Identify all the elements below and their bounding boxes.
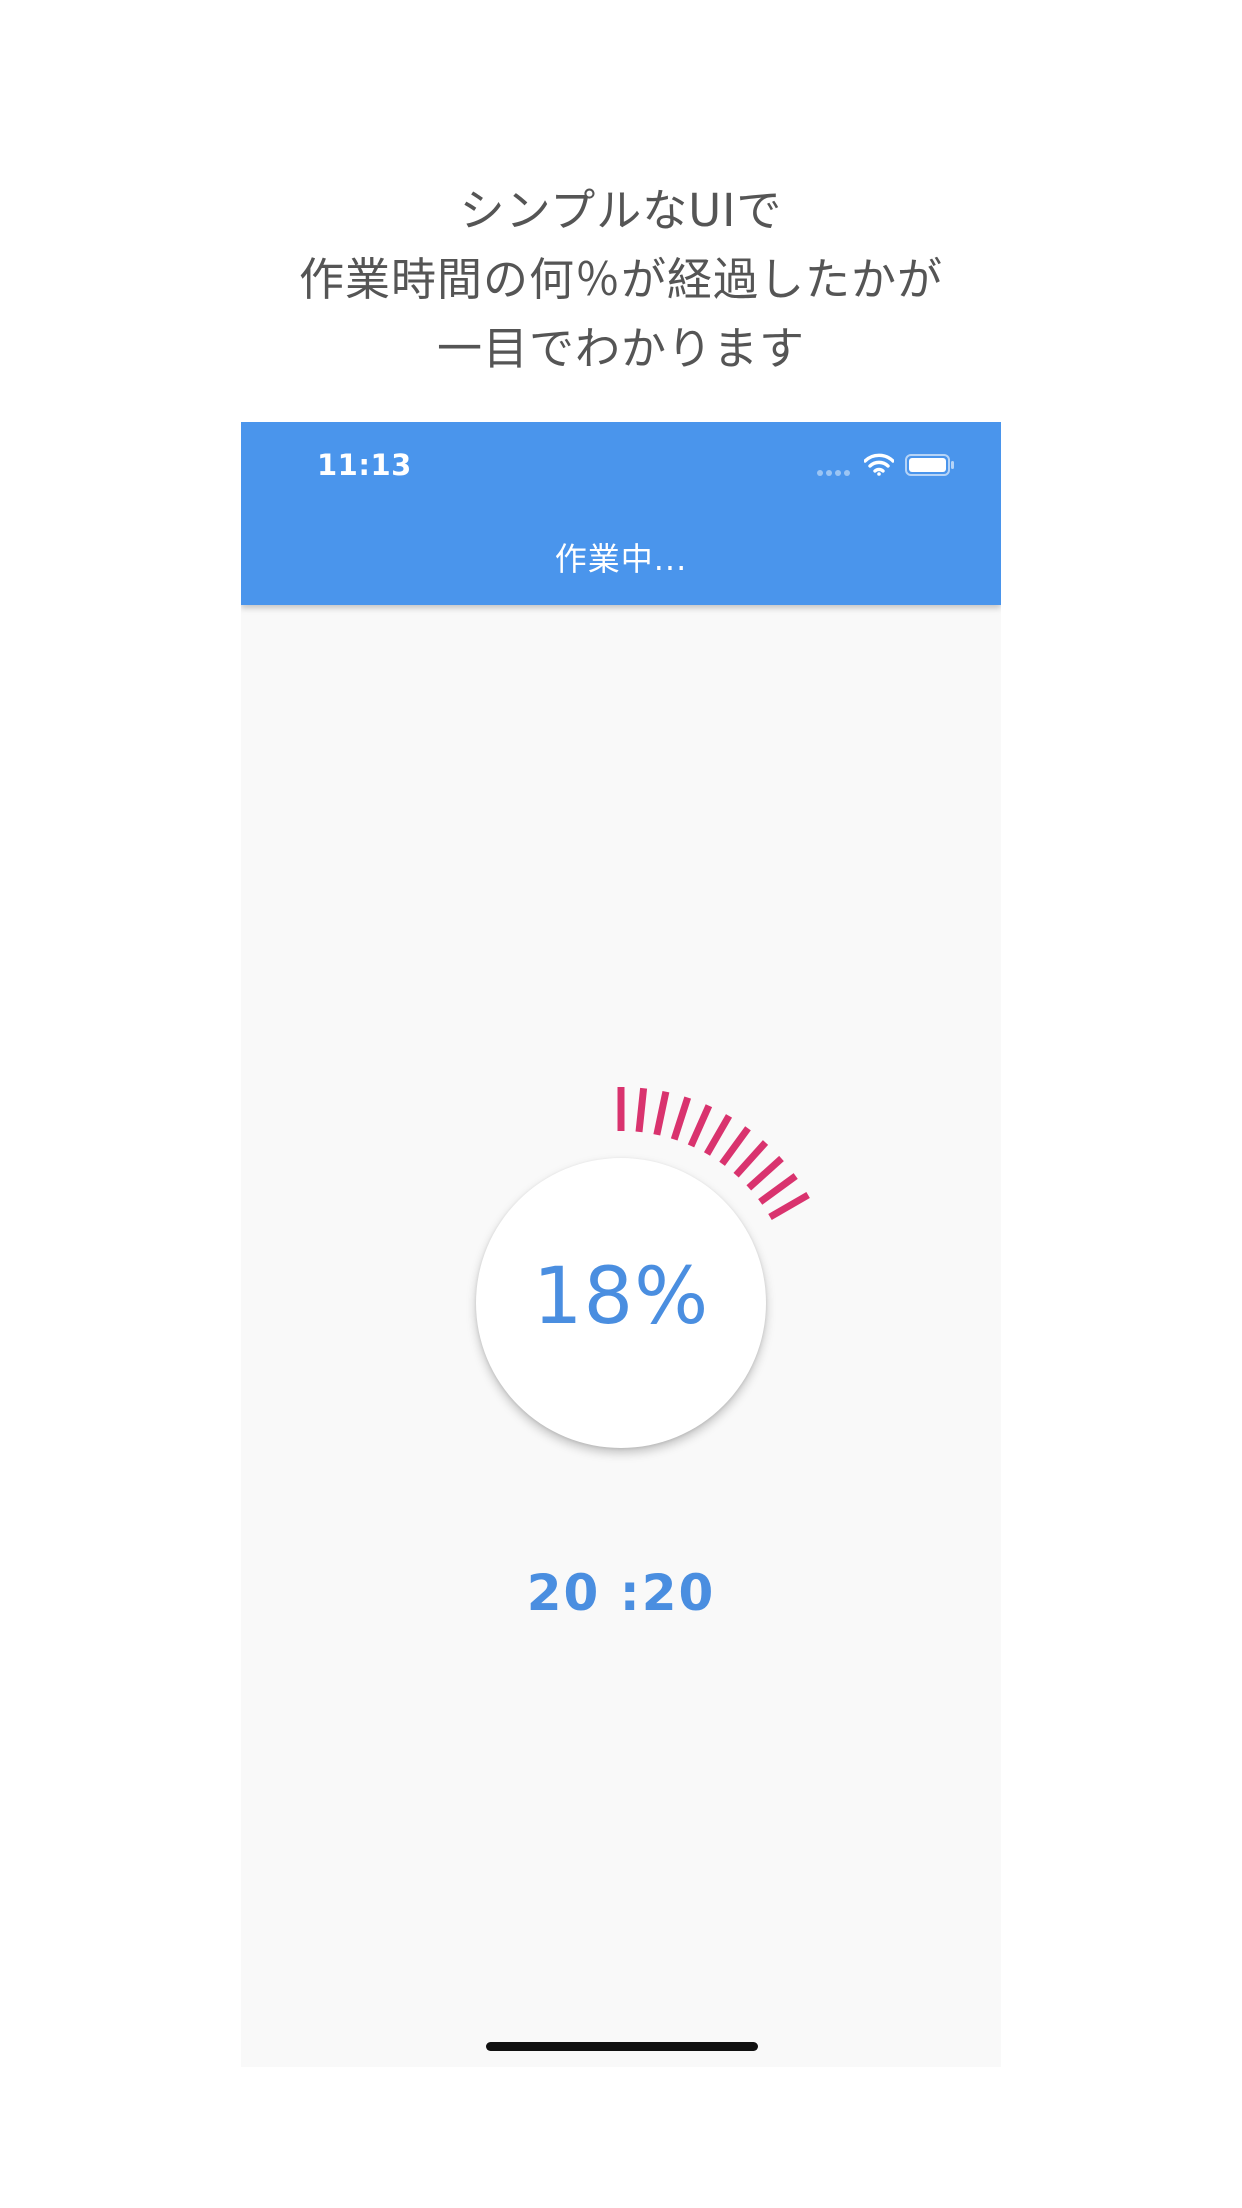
phone-screen: 11:13 作業中... 18% 20 :20	[241, 422, 1001, 2067]
home-indicator[interactable]	[486, 2042, 758, 2051]
progress-tick	[687, 1104, 713, 1148]
wifi-icon	[864, 453, 894, 476]
status-time: 11:13	[317, 448, 412, 482]
elapsed-timer: 20 :20	[526, 1564, 716, 1622]
progress-percent: 18%	[532, 1252, 710, 1342]
progress-tick	[719, 1126, 751, 1166]
caption-line-2: 作業時間の何％が経過したかが	[298, 253, 943, 306]
promo-screenshot: シンプルなUIで 作業時間の何％が経過したかが 一目でわかります 11:13 作…	[0, 0, 1242, 2208]
app-bar-title: 作業中...	[554, 540, 688, 578]
progress-tick	[733, 1140, 769, 1178]
signal-icon	[817, 470, 853, 478]
app-bar: 11:13 作業中...	[241, 422, 1001, 605]
progress-tick	[758, 1173, 798, 1205]
promo-caption: シンプルなUIで 作業時間の何％が経過したかが 一目でわかります	[0, 176, 1242, 383]
progress-tick	[768, 1191, 810, 1221]
progress-tick	[653, 1090, 670, 1136]
progress-tick	[670, 1096, 692, 1141]
caption-line-1: シンプルなUIで	[459, 184, 783, 237]
battery-icon	[905, 454, 954, 476]
progress-tick	[703, 1114, 733, 1156]
caption-line-3: 一目でわかります	[436, 322, 805, 375]
progress-tick	[635, 1087, 648, 1133]
progress-tick	[746, 1155, 784, 1191]
